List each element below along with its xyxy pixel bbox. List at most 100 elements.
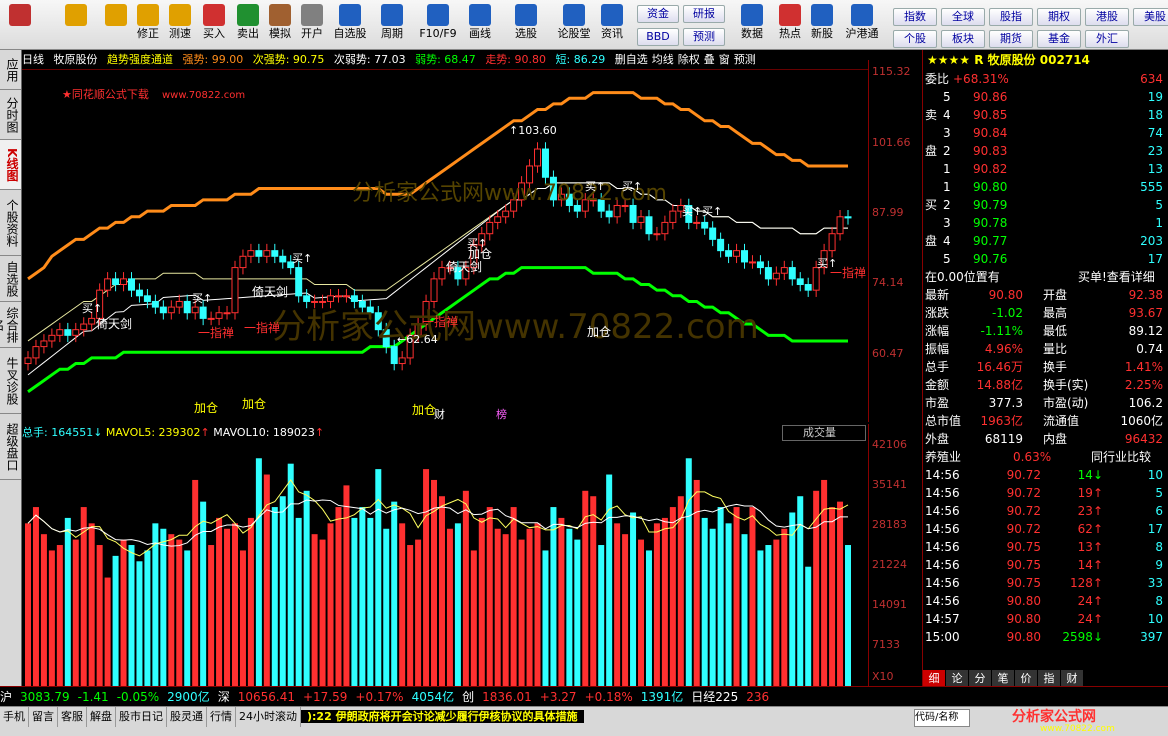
bottom-tab-2[interactable]: 客服: [58, 707, 87, 727]
toolbar-back-button[interactable]: [60, 2, 92, 48]
market-9-button[interactable]: 基金: [1037, 30, 1081, 48]
toolbar-watchlist-button[interactable]: 自选股: [330, 2, 370, 48]
toolbar-open-button[interactable]: 开户: [296, 2, 328, 48]
price-tick: 115.32: [872, 65, 911, 78]
infobar-tool-0[interactable]: 删自选: [615, 53, 648, 66]
buy-signal: 买↑: [292, 252, 312, 265]
bottom-tab-1[interactable]: 留言: [29, 707, 58, 727]
market-2-button[interactable]: 股指: [989, 8, 1033, 26]
toolbar-0-button[interactable]: 资金: [637, 5, 679, 23]
market-4-button[interactable]: 港股: [1085, 8, 1129, 26]
toolbar-2-button[interactable]: BBD: [637, 28, 679, 46]
toolbar-repair-button[interactable]: 修正: [132, 2, 164, 48]
market-0-button[interactable]: 指数: [893, 8, 937, 26]
toolbar-3-button[interactable]: 预测: [683, 28, 725, 46]
infobar-tool-2[interactable]: 除权: [678, 53, 700, 66]
volume-bar: [64, 517, 71, 686]
panel-tab-1[interactable]: 论: [946, 670, 968, 686]
toolbar-updown-button[interactable]: [100, 2, 132, 48]
bottom-tab-6[interactable]: 行情: [207, 707, 236, 727]
infobar-tool-3[interactable]: 叠: [704, 53, 715, 66]
toolbar-sell-button[interactable]: 卖出: [232, 2, 264, 48]
sidebar-tab-0[interactable]: 应用: [0, 50, 21, 90]
infobar-tool-5[interactable]: 预测: [734, 53, 756, 66]
candle-body: [263, 250, 271, 257]
sell-level-1-cell: 1: [943, 162, 951, 176]
toolbar-hot-button[interactable]: 热点: [774, 2, 806, 48]
panel-tab-6[interactable]: 财: [1061, 670, 1083, 686]
watermark-url: www.70822.com: [162, 90, 245, 101]
sidebar-tab-2[interactable]: K线图: [0, 140, 21, 190]
buy-level-3-cell: 3: [943, 216, 951, 230]
market-8-button[interactable]: 期货: [989, 30, 1033, 48]
toolbar-speedtest-button[interactable]: 测速: [164, 2, 196, 48]
quote-row-cell: 总手: [925, 360, 950, 374]
sidebar-tab-1[interactable]: 分时图: [0, 90, 21, 140]
market-3-button[interactable]: 期权: [1037, 8, 1081, 26]
toolbar-period-button[interactable]: 周期: [376, 2, 408, 48]
tick-row-cell: 10: [1147, 468, 1163, 482]
toolbar-1-button[interactable]: 研报: [683, 5, 725, 23]
candle-body: [653, 233, 661, 236]
candle-body: [247, 250, 255, 257]
quote-row-cell: 涨跌: [925, 306, 950, 320]
toolbar-select-button[interactable]: 选股: [510, 2, 542, 48]
toolbar-hot-label: 热点: [779, 27, 801, 40]
toolbar-newshare-button[interactable]: 新股: [806, 2, 838, 48]
market-6-button[interactable]: 个股: [893, 30, 937, 48]
buy-signal: 买↑: [585, 180, 605, 193]
quote-row-cell: 89.12: [1128, 324, 1163, 338]
candle-body: [143, 295, 151, 302]
toolbar-hkconnect-button[interactable]: 沪港通: [842, 2, 882, 48]
toolbar-buy-button[interactable]: 买入: [198, 2, 230, 48]
sidebar-tab-5[interactable]: 综合排名: [0, 302, 21, 348]
kline-chart[interactable]: ★同花顺公式下载 www.70822.com 分析家公式网www.70822.com…: [22, 70, 868, 420]
indicator-name[interactable]: 趋势强度通道: [107, 53, 173, 66]
sidebar-tab-4[interactable]: 自选股: [0, 256, 21, 302]
volume-unit: X10: [872, 670, 894, 683]
jiacang-signal: 加仓: [587, 325, 611, 339]
toolbar-discuss-button[interactable]: 论股堂: [554, 2, 594, 48]
tick-row-cell: 14:56: [925, 486, 960, 500]
toolbar-f10-button[interactable]: F10/F9: [418, 2, 458, 48]
quote-row: 总手 16.46万 换手 1.41%: [923, 358, 1168, 376]
panel-tab-4[interactable]: 价: [1015, 670, 1037, 686]
toolbar-logo-button[interactable]: [4, 2, 36, 48]
bottom-tab-4[interactable]: 股市日记: [116, 707, 167, 727]
tick-row-cell: 90.75: [1006, 540, 1041, 554]
infobar-tool-1[interactable]: 均线: [652, 53, 674, 66]
panel-tab-2[interactable]: 分: [969, 670, 991, 686]
volume-dropdown[interactable]: 成交量: [782, 425, 866, 441]
candle-body: [398, 357, 406, 365]
market-10-button[interactable]: 外汇: [1085, 30, 1129, 48]
bottom-tab-0[interactable]: 手机: [0, 707, 29, 727]
candle-body: [796, 278, 804, 286]
quote-row-cell: 量比: [1043, 342, 1068, 356]
sidebar-tab-3[interactable]: 个股资料: [0, 190, 21, 256]
volume-bar: [622, 534, 629, 686]
bottom-tab-3[interactable]: 解盘: [87, 707, 116, 727]
toolbar-draw-button[interactable]: 画线: [464, 2, 496, 48]
toolbar-simulate-button[interactable]: 模拟: [264, 2, 296, 48]
toolbar-data-button[interactable]: 数据: [736, 2, 768, 48]
quote-row-cell: 金额: [925, 378, 950, 392]
panel-tab-3[interactable]: 笔: [992, 670, 1014, 686]
market-7-button[interactable]: 板块: [941, 30, 985, 48]
volume-chart[interactable]: [22, 442, 868, 686]
market-5-button[interactable]: 美股: [1133, 8, 1168, 26]
period-label[interactable]: 日线: [22, 53, 44, 66]
toolbar-info-button[interactable]: 资讯: [596, 2, 628, 48]
sidebar-tab-6[interactable]: 牛叉诊股: [0, 348, 21, 414]
panel-tab-5[interactable]: 指: [1038, 670, 1060, 686]
volume-bar: [669, 507, 676, 686]
infobar-tool-4[interactable]: 窗: [719, 53, 730, 66]
status-item-7: +17.59: [302, 690, 348, 704]
volume-bar: [789, 512, 796, 686]
sidebar-tab-7[interactable]: 超级盘口: [0, 414, 21, 480]
bottom-tab-7[interactable]: 24小时滚动: [236, 707, 301, 727]
bottom-tab-5[interactable]: 股灵通: [167, 707, 207, 727]
panel-tab-0[interactable]: 细: [923, 670, 945, 686]
candle-body: [295, 267, 303, 297]
code-search-input[interactable]: 代码/名称: [914, 709, 970, 727]
market-1-button[interactable]: 全球: [941, 8, 985, 26]
